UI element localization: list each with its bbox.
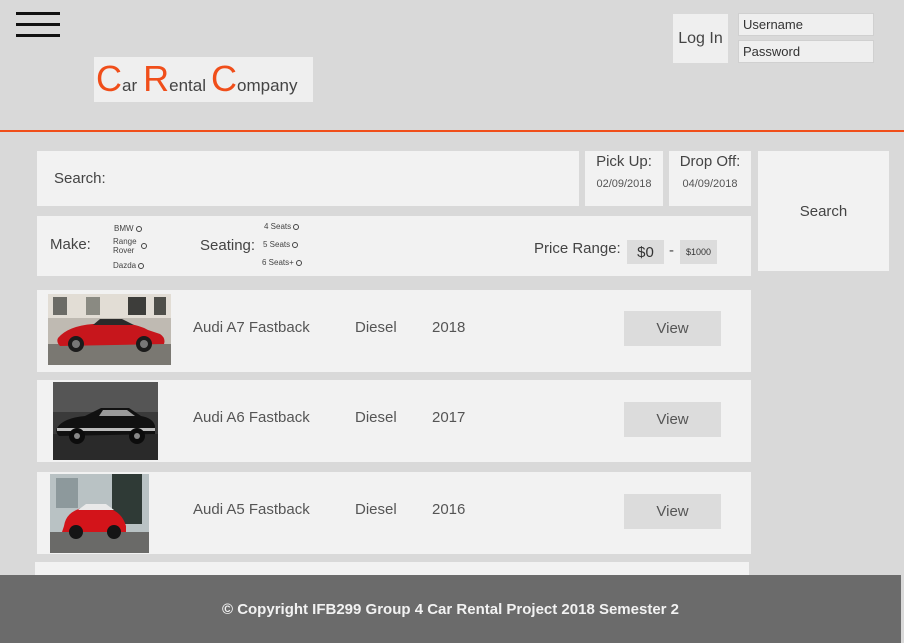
car-fuel: Diesel [355, 409, 397, 426]
seating-option-4[interactable]: 4 Seats [264, 222, 300, 231]
price-min-field[interactable]: $0 [627, 240, 664, 264]
seating-option-label: 5 Seats [263, 240, 291, 249]
seating-option-6plus[interactable]: 6 Seats+ [262, 258, 302, 267]
car-name: Audi A5 Fastback [193, 501, 310, 518]
car-list-item: Audi A7 Fastback Diesel 2018 View [37, 290, 751, 372]
price-max-field[interactable]: $1000 [680, 240, 717, 264]
username-field[interactable] [738, 13, 874, 36]
copyright-text: © Copyright IFB299 Group 4 Car Rental Pr… [221, 600, 680, 618]
seating-label: Seating: [200, 237, 256, 254]
seating-option-5[interactable]: 5 Seats [263, 240, 299, 249]
car-year: 2016 [432, 501, 466, 518]
make-option-range-rover[interactable]: Range Rover [113, 237, 151, 255]
menu-icon[interactable] [16, 12, 60, 37]
view-button[interactable]: View [624, 494, 721, 529]
logo-text: ar [122, 76, 138, 95]
car-fuel: Diesel [355, 501, 397, 518]
car-image[interactable] [48, 294, 171, 365]
dropoff-date: 04/09/2018 [682, 178, 738, 190]
car-list-item [35, 562, 749, 575]
dropoff-label: Drop Off: [679, 153, 741, 170]
car-year: 2017 [432, 409, 466, 426]
car-list-item: Audi A6 Fastback Diesel 2017 View [37, 380, 751, 462]
search-input[interactable]: Search: [37, 151, 579, 206]
view-button[interactable]: View [624, 402, 721, 437]
radio-button[interactable] [135, 225, 142, 232]
car-image[interactable] [50, 474, 149, 553]
car-image[interactable] [53, 382, 158, 460]
search-button[interactable]: Search [758, 151, 889, 271]
view-button[interactable]: View [624, 311, 721, 346]
logo-letter: C [96, 58, 122, 99]
make-label: Make: [50, 236, 91, 253]
logo-text: ental [169, 76, 206, 95]
make-option-label: Range Rover [113, 237, 137, 255]
radio-button[interactable] [293, 223, 300, 230]
car-name: Audi A6 Fastback [193, 409, 310, 426]
price-separator: - [669, 242, 674, 259]
price-range-label: Price Range: [534, 240, 621, 257]
radio-button[interactable] [141, 243, 147, 249]
filter-bar: Make: BMW Range Rover Dazda Seating: 4 S… [37, 216, 751, 276]
search-label: Search: [54, 170, 106, 187]
logo-letter: C [211, 58, 237, 99]
car-fuel: Diesel [355, 319, 397, 336]
header-divider [0, 130, 904, 132]
make-option-label: BMW [114, 224, 134, 233]
password-field[interactable] [738, 40, 874, 63]
footer: © Copyright IFB299 Group 4 Car Rental Pr… [0, 575, 901, 643]
seating-option-label: 4 Seats [264, 222, 292, 231]
seating-option-label: 6 Seats+ [262, 258, 294, 267]
make-option-dazda[interactable]: Dazda [113, 261, 145, 270]
make-option-bmw[interactable]: BMW [114, 224, 142, 233]
pickup-label: Pick Up: [596, 153, 652, 170]
radio-button[interactable] [295, 259, 302, 266]
logo-letter: R [143, 58, 170, 99]
pickup-date-field[interactable]: Pick Up: 02/09/2018 [585, 151, 663, 206]
car-year: 2018 [432, 319, 466, 336]
car-list-item: Audi A5 Fastback Diesel 2016 View [37, 472, 751, 554]
make-option-label: Dazda [113, 261, 137, 270]
radio-button[interactable] [138, 262, 145, 269]
car-name: Audi A7 Fastback [193, 319, 310, 336]
dropoff-date-field[interactable]: Drop Off: 04/09/2018 [669, 151, 751, 206]
radio-button[interactable] [292, 241, 299, 248]
company-logo[interactable]: C ar R ental C ompany [94, 57, 313, 102]
logo-text: ompany [237, 76, 298, 95]
pickup-date: 02/09/2018 [596, 178, 652, 190]
login-button[interactable]: Log In [673, 14, 728, 63]
